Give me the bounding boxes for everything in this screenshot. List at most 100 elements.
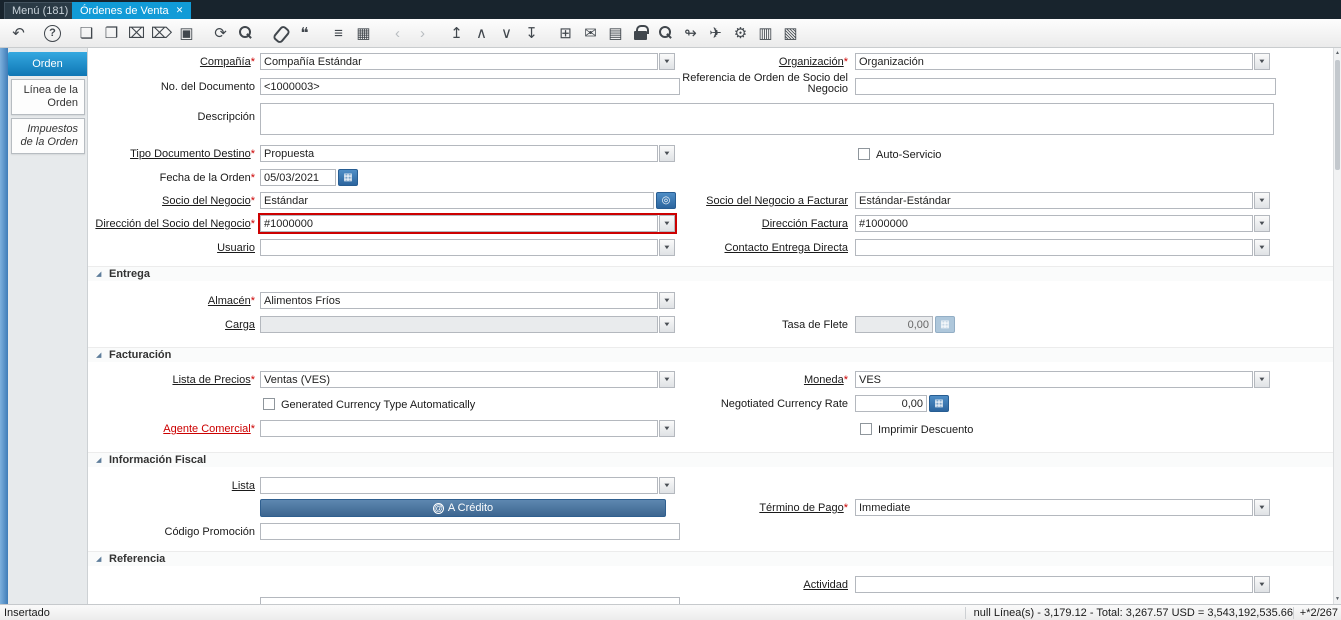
a-credito-button[interactable]: @A Crédito [260,499,666,517]
agente-comercial-label[interactable]: Agente Comercial* [88,423,255,435]
zoom-across-icon[interactable] [653,22,678,45]
moneda-input[interactable] [855,371,1253,388]
socio-negocio-input[interactable] [260,192,654,209]
delete-selection-icon[interactable]: ⌦ [149,22,174,45]
sidebar-tab-impuestos-orden[interactable]: Impuestos de la Orden [11,118,85,154]
direccion-socio-label[interactable]: Dirección del Socio del Negocio* [88,218,255,230]
calendar-icon[interactable]: ▦ [351,22,376,45]
socio-negocio-label[interactable]: Socio del Negocio* [88,195,255,207]
no-documento-input[interactable] [260,78,680,95]
copy-record-icon[interactable]: ❐ [99,22,124,45]
almacen-input[interactable] [260,292,658,309]
usuario-input[interactable] [260,239,658,256]
report-icon[interactable]: ▥ [753,22,778,45]
lock-icon[interactable] [628,22,653,45]
lista-dropdown-button[interactable]: ▼ [659,477,675,494]
previous-record-icon[interactable]: ‹ [385,22,410,45]
lista-input[interactable] [260,477,658,494]
actividad-label[interactable]: Actividad [633,579,848,591]
request-icon[interactable]: ✈ [703,22,728,45]
carga-label[interactable]: Carga [88,319,255,331]
sidebar-tab-linea-orden[interactable]: Línea de la Orden [11,79,85,115]
fecha-orden-input[interactable] [260,169,336,186]
lista-label[interactable]: Lista [88,480,255,492]
tipo-documento-dropdown-button[interactable]: ▼ [659,145,675,162]
termino-pago-label[interactable]: Término de Pago* [633,502,848,514]
scroll-down-icon[interactable]: ▼ [1334,596,1341,602]
socio-facturar-dropdown-button[interactable]: ▼ [1254,192,1270,209]
termino-pago-input[interactable] [855,499,1253,516]
actividad-dropdown-button[interactable]: ▼ [1254,576,1270,593]
scroll-up-icon[interactable]: ▲ [1334,50,1341,56]
contacto-entrega-input[interactable] [855,239,1253,256]
contacto-entrega-dropdown-button[interactable]: ▼ [1254,239,1270,256]
down-icon[interactable]: ∨ [494,22,519,45]
lista-precios-label[interactable]: Lista de Precios* [88,374,255,386]
direccion-socio-input[interactable] [260,215,658,232]
agente-comercial-input[interactable] [260,420,658,437]
auto-servicio-checkbox[interactable] [858,148,870,160]
grid-toggle-icon[interactable]: ≡ [326,22,351,45]
section-entrega[interactable]: ◢ Entrega [88,266,1333,281]
tab-ordenes-de-venta[interactable]: Órdenes de Venta ✕ [72,2,191,19]
usuario-label[interactable]: Usuario [88,242,255,254]
records-icon[interactable]: ⊞ [553,22,578,45]
direccion-factura-dropdown-button[interactable]: ▼ [1254,215,1270,232]
socio-facturar-input[interactable] [855,192,1253,209]
calendar-button[interactable]: ▦ [338,169,358,186]
compania-input[interactable] [260,53,658,70]
workflow-icon[interactable]: ↬ [678,22,703,45]
negotiated-rate-input[interactable] [855,395,927,412]
socio-facturar-label[interactable]: Socio del Negocio a Facturar [633,195,848,207]
lista-precios-input[interactable] [260,371,658,388]
section-referencia[interactable]: ◢ Referencia [88,551,1333,566]
close-icon[interactable]: ✕ [176,6,184,15]
organizacion-label[interactable]: Organización* [633,56,848,68]
contacto-entrega-label[interactable]: Contacto Entrega Directa [633,242,848,254]
find-icon[interactable] [233,22,258,45]
save-icon[interactable]: ▣ [174,22,199,45]
termino-pago-dropdown-button[interactable]: ▼ [1254,499,1270,516]
generated-currency-checkbox[interactable] [263,398,275,410]
organizacion-input[interactable] [855,53,1253,70]
help-icon[interactable]: ? [40,22,65,45]
undo-icon[interactable]: ↶ [6,22,31,45]
moneda-dropdown-button[interactable]: ▼ [1254,371,1270,388]
descripcion-textarea[interactable] [260,103,1274,135]
chat-icon[interactable]: ❝ [292,22,317,45]
print-icon[interactable]: ▤ [603,22,628,45]
moneda-label[interactable]: Moneda* [633,374,848,386]
section-informacion-fiscal[interactable]: ◢ Información Fiscal [88,452,1333,467]
archive-icon[interactable]: ✉ [578,22,603,45]
compania-label[interactable]: Compañía* [88,56,255,68]
detail-record-icon[interactable]: ↧ [519,22,544,45]
tipo-documento-label[interactable]: Tipo Documento Destino* [88,148,255,160]
print-preview-icon[interactable]: ▧ [778,22,803,45]
referencia-orden-input[interactable] [855,78,1276,95]
parent-record-icon[interactable]: ↥ [444,22,469,45]
attachment-icon[interactable] [267,22,292,45]
section-facturacion[interactable]: ◢ Facturación [88,347,1333,362]
requery-icon[interactable]: ⟳ [208,22,233,45]
delete-record-icon[interactable]: ⌧ [124,22,149,45]
menu-tab[interactable]: Menú (181) [4,2,76,19]
almacen-dropdown-button[interactable]: ▼ [659,292,675,309]
codigo-promocion-input[interactable] [260,523,680,540]
process-icon[interactable]: ⚙ [728,22,753,45]
direccion-factura-label[interactable]: Dirección Factura [633,218,848,230]
negotiated-rate-calculator-button[interactable]: ▦ [929,395,949,412]
scroll-thumb[interactable] [1335,60,1340,170]
next-record-icon[interactable]: › [410,22,435,45]
almacen-label[interactable]: Almacén* [88,295,255,307]
partial-field-input[interactable] [260,597,680,604]
imprimir-descuento-checkbox[interactable] [860,423,872,435]
actividad-input[interactable] [855,576,1253,593]
agente-comercial-dropdown-button[interactable]: ▼ [659,420,675,437]
vertical-scrollbar[interactable]: ▲ ▼ [1333,48,1341,604]
sidebar-tab-orden[interactable]: Orden [8,52,87,76]
direccion-factura-input[interactable] [855,215,1253,232]
up-icon[interactable]: ∧ [469,22,494,45]
tipo-documento-input[interactable] [260,145,658,162]
new-record-icon[interactable]: ❏ [74,22,99,45]
organizacion-dropdown-button[interactable]: ▼ [1254,53,1270,70]
